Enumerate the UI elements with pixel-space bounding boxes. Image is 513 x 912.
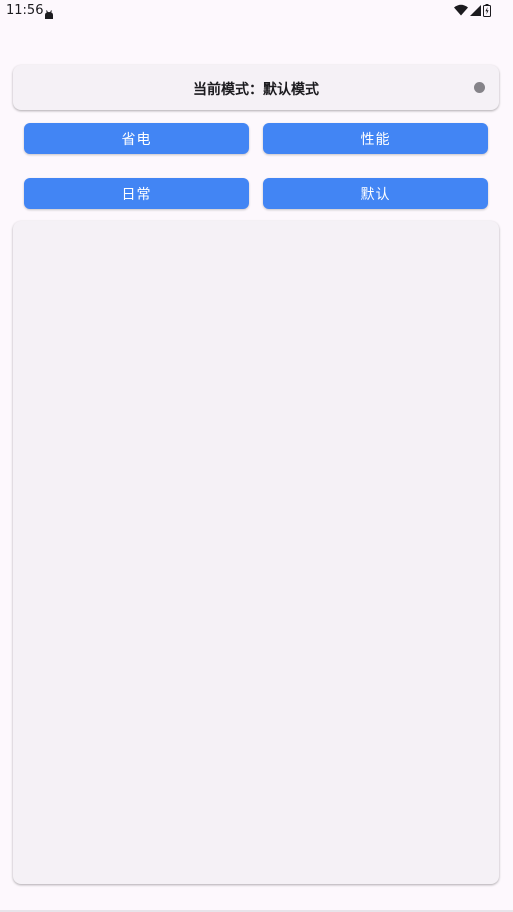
mode-status-indicator [474,82,485,93]
signal-icon [470,4,481,16]
status-bar: 11:56 [0,0,513,22]
status-icons [454,3,491,17]
power-save-button[interactable]: 省电 [24,123,249,154]
wifi-icon [454,4,468,16]
content-panel [13,221,499,884]
current-mode-card: 当前模式：默认模式 [13,65,499,110]
performance-button[interactable]: 性能 [263,123,488,154]
current-mode-label: 当前模式：默认模式 [193,82,319,98]
daily-button[interactable]: 日常 [24,178,249,209]
battery-icon [483,3,491,17]
android-notification-icon [44,5,54,19]
default-button[interactable]: 默认 [263,178,488,209]
status-time: 11:56 [6,3,44,18]
